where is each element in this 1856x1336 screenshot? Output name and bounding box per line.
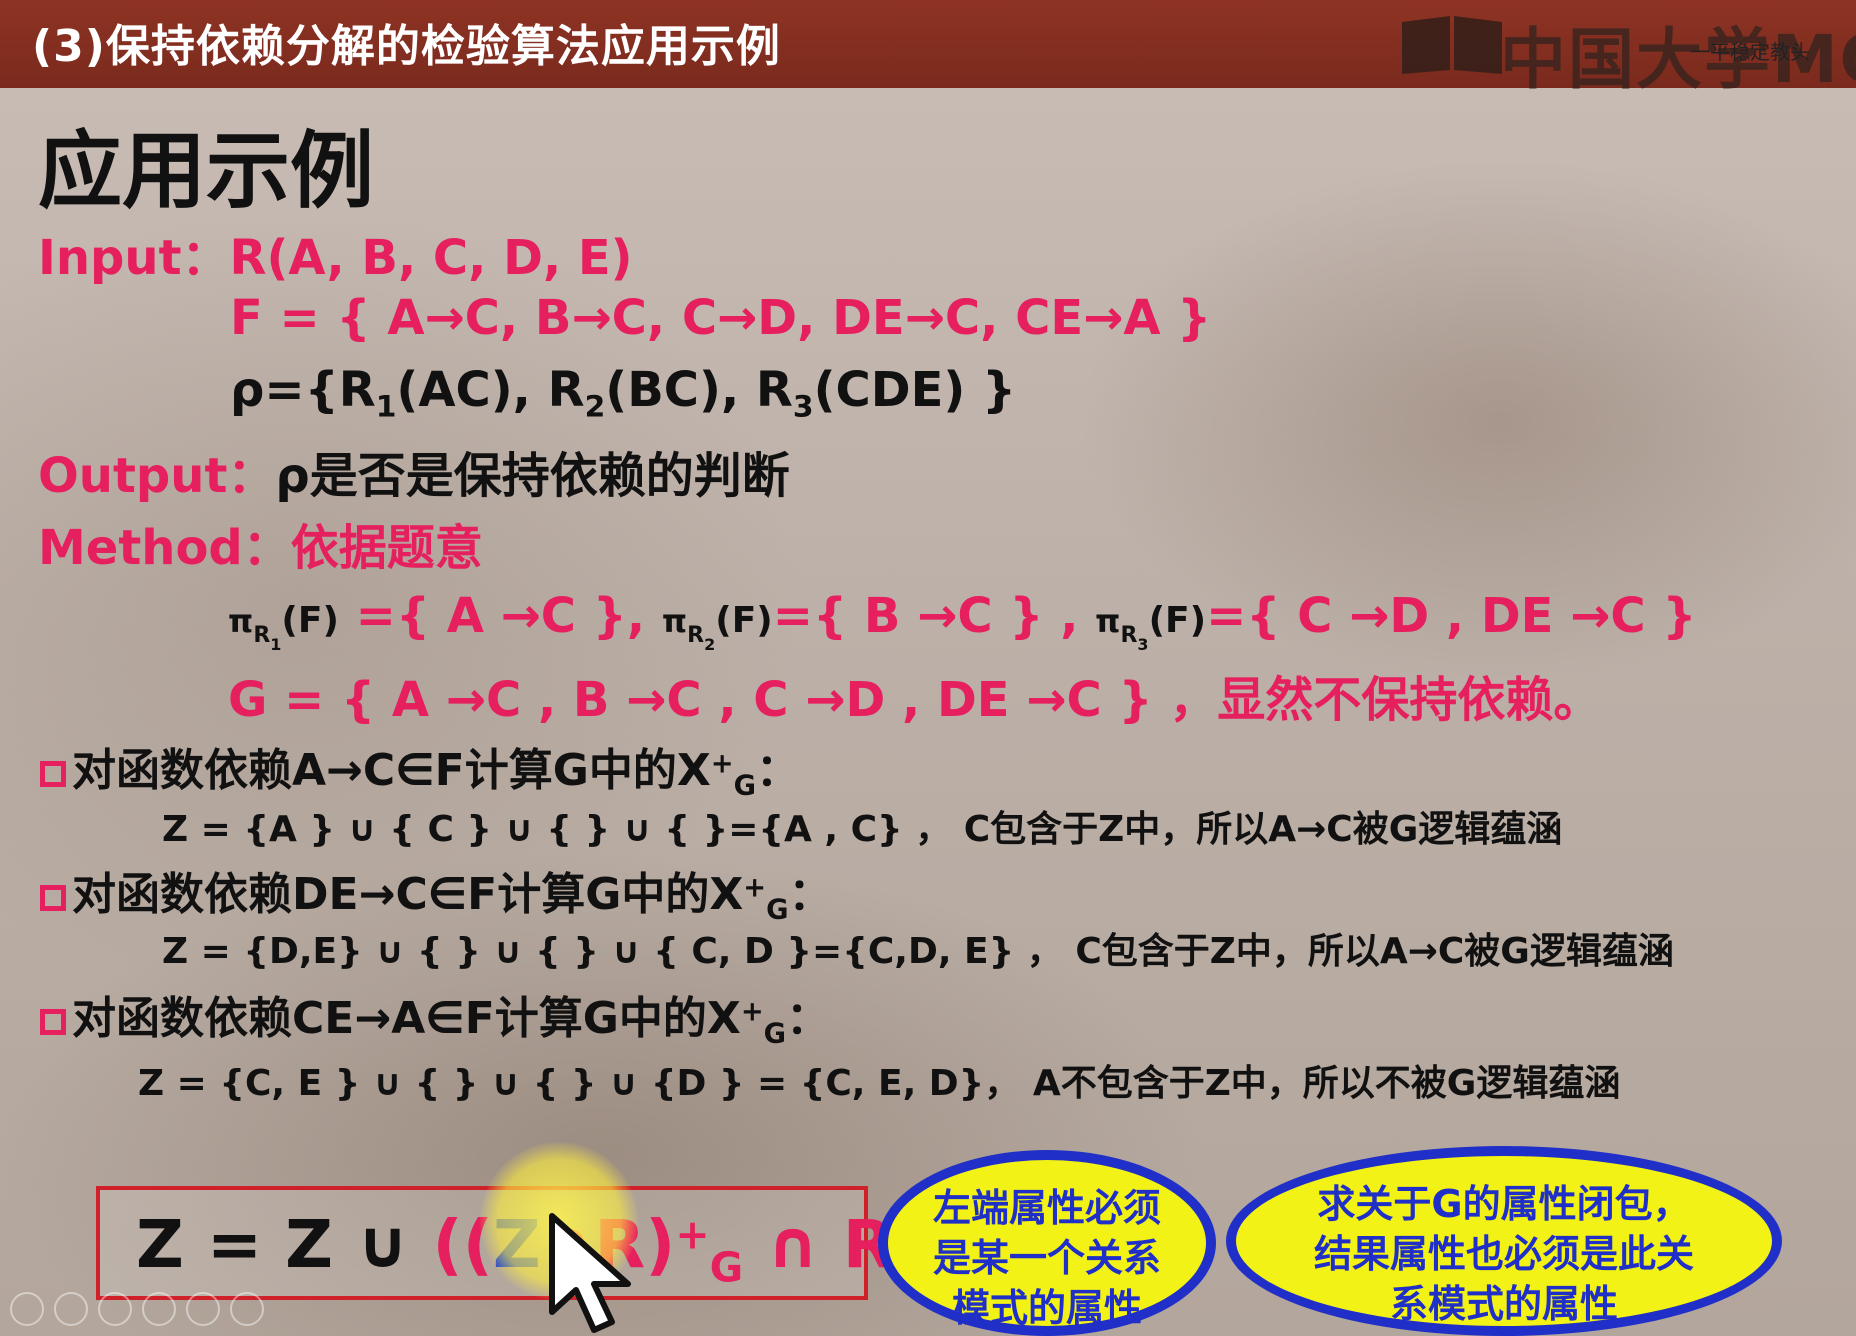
check-2-sup: + bbox=[743, 872, 767, 904]
check-3-sub: G bbox=[763, 1018, 787, 1050]
check-1-heading: 对函数依赖A→C∈F计算G中的X+G： bbox=[40, 734, 801, 800]
check-3-sup: + bbox=[740, 996, 764, 1028]
output-label: Output： bbox=[38, 448, 276, 504]
bubble-right-line-2: 结果属性也必须是此关 bbox=[1313, 1232, 1694, 1276]
slide-heading: 应用示例 bbox=[38, 122, 375, 220]
formula-lhs: Z = Z ∪ bbox=[136, 1206, 433, 1283]
bubble-left-line-3: 模式的属性 bbox=[951, 1286, 1142, 1330]
checkbox-icon bbox=[40, 885, 66, 911]
method-text: 依据题意 bbox=[290, 520, 483, 576]
check-2-sub: G bbox=[766, 894, 789, 926]
bubble-right: 求关于G的属性闭包， 结果属性也必须是此关 系模式的属性 bbox=[1226, 1146, 1782, 1336]
input-label: Input： bbox=[38, 230, 230, 286]
projection-2: ={ B →C } , bbox=[772, 588, 1079, 644]
pi-2-f: (F) bbox=[715, 600, 773, 641]
rho-prefix: ρ={R bbox=[230, 362, 376, 418]
f-set-line: F = { A→C, B→C, C→D, DE→C, CE→A } bbox=[230, 290, 1212, 346]
more-icon[interactable] bbox=[230, 1292, 264, 1326]
check-1-text: 对函数依赖A→C∈F计算G中的X bbox=[72, 745, 711, 796]
pi-1: π bbox=[228, 602, 254, 640]
prev-slide-icon[interactable] bbox=[10, 1292, 44, 1326]
logo-subtext: 一平稳定教头 bbox=[1690, 40, 1810, 64]
check-1-sub: G bbox=[733, 770, 757, 802]
bubble-right-line-1: 求关于G的属性闭包， bbox=[1317, 1182, 1691, 1226]
formula-g: G bbox=[709, 1243, 744, 1292]
check-3-colon: ： bbox=[786, 993, 831, 1044]
formula-plus: + bbox=[675, 1210, 710, 1259]
pi-1-f: (F) bbox=[281, 600, 339, 641]
pen-icon[interactable] bbox=[98, 1292, 132, 1326]
check-2-colon: ： bbox=[788, 869, 833, 920]
input-line: Input：R(A, B, C, D, E) bbox=[38, 218, 633, 288]
pi-3-f: (F) bbox=[1148, 600, 1207, 641]
method-label: Method： bbox=[38, 520, 291, 576]
rho-sub-2: 2 bbox=[584, 389, 606, 425]
rho-mid-2: (BC), R bbox=[605, 362, 793, 418]
pi-2-r: R bbox=[687, 623, 705, 648]
checkbox-icon bbox=[40, 761, 66, 787]
method-line: Method：依据题意 bbox=[38, 508, 483, 578]
rho-line: ρ={R1(AC), R2(BC), R3(CDE) } bbox=[230, 362, 1017, 422]
pi-2-sub: 2 bbox=[704, 635, 716, 654]
next-slide-icon[interactable] bbox=[54, 1292, 88, 1326]
output-text: ρ是否是保持依赖的判断 bbox=[275, 448, 790, 504]
bubble-left: 左端属性必须 是某一个关系 模式的属性 bbox=[878, 1150, 1216, 1336]
book-icon bbox=[1402, 16, 1502, 74]
pi-1-r: R bbox=[253, 623, 271, 648]
check-1-sup: + bbox=[710, 748, 734, 780]
input-relation: R(A, B, C, D, E) bbox=[229, 230, 633, 286]
title-bar: (3)保持依赖分解的检验算法应用示例 中国大学MO 一平稳定教头 bbox=[0, 0, 1856, 98]
mouse-cursor-icon bbox=[549, 1213, 631, 1333]
presentation-toolbar bbox=[10, 1292, 274, 1332]
zoom-icon[interactable] bbox=[186, 1292, 220, 1326]
check-2-result: Z = {D,E} ∪ { } ∪ { } ∪ { C, D }={C,D, E… bbox=[162, 931, 1674, 972]
g-note: ，显然不保持依赖。 bbox=[1152, 672, 1602, 728]
check-1-result: Z = {A } ∪ { C } ∪ { } ∪ { }={A , C} ， C… bbox=[162, 809, 1563, 850]
projection-1: ={ A →C }, bbox=[338, 588, 646, 644]
rho-end: (CDE) } bbox=[813, 362, 1017, 418]
formula-cap-ri: ∩ R bbox=[743, 1206, 894, 1283]
projection-3: ={ C →D , DE →C } bbox=[1206, 588, 1697, 644]
pi-1-sub: 1 bbox=[270, 635, 282, 654]
check-1-colon: ： bbox=[756, 745, 801, 796]
rho-sub-1: 1 bbox=[375, 389, 397, 425]
slides-grid-icon[interactable] bbox=[142, 1292, 176, 1326]
g-set: G = { A →C , B →C , C →D , DE →C } bbox=[228, 672, 1153, 728]
slide-title: (3)保持依赖分解的检验算法应用示例 bbox=[32, 21, 781, 72]
output-line: Output：ρ是否是保持依赖的判断 bbox=[38, 436, 790, 506]
mooc-logo: 中国大学MO 一平稳定教头 bbox=[1390, 0, 1856, 98]
bubble-left-line-2: 是某一个关系 bbox=[932, 1236, 1161, 1280]
rho-sub-3: 3 bbox=[792, 389, 814, 425]
check-2-heading: 对函数依赖DE→C∈F计算G中的X+G： bbox=[40, 858, 833, 924]
projections-line: πR1(F) ={ A →C }, πR2(F)={ B →C } , πR3(… bbox=[228, 588, 1697, 653]
bubble-left-line-1: 左端属性必须 bbox=[932, 1186, 1161, 1230]
check-2-text: 对函数依赖DE→C∈F计算G中的X bbox=[72, 869, 744, 920]
check-3-text: 对函数依赖CE→A∈F计算G中的X bbox=[72, 993, 741, 1044]
check-3-result: Z = {C, E } ∪ { } ∪ { } ∪ {D } = {C, E, … bbox=[138, 1063, 1621, 1104]
pi-3-r: R bbox=[1120, 623, 1138, 648]
check-3-heading: 对函数依赖CE→A∈F计算G中的X+G： bbox=[40, 982, 831, 1048]
checkbox-icon bbox=[40, 1009, 66, 1035]
g-line: G = { A →C , B →C , C →D , DE →C } ，显然不保… bbox=[228, 660, 1601, 730]
pi-3-sub: 3 bbox=[1137, 635, 1149, 654]
pi-3: π bbox=[1095, 602, 1121, 640]
bubble-right-line-3: 系模式的属性 bbox=[1389, 1282, 1618, 1326]
rho-mid-1: (AC), R bbox=[396, 362, 585, 418]
pi-2: π bbox=[661, 602, 688, 640]
